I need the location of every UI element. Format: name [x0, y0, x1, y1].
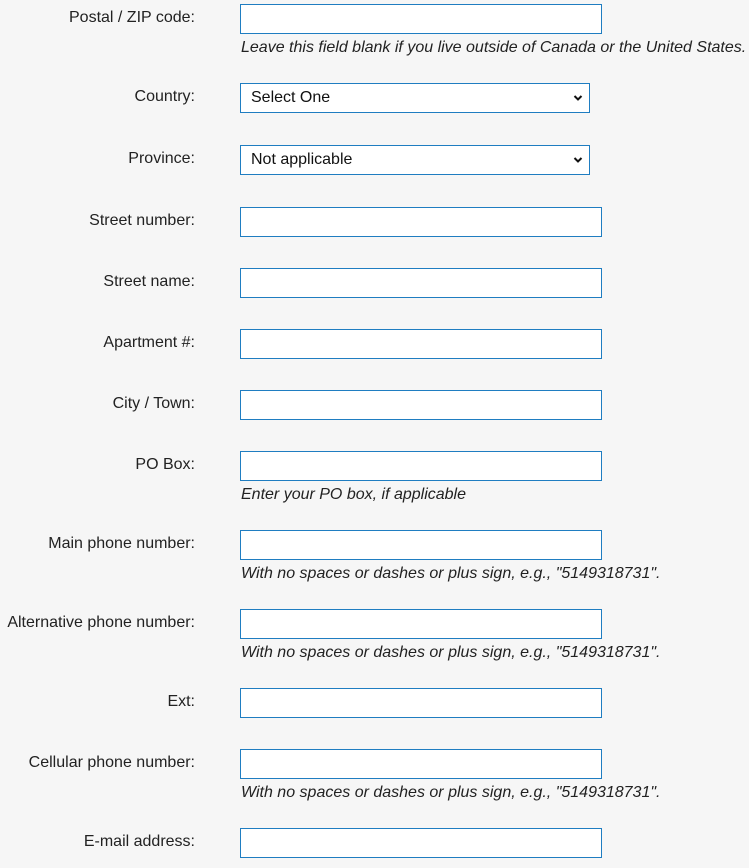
- po-box-hint: Enter your PO box, if applicable: [241, 486, 467, 503]
- email-label: E-mail address:: [83, 833, 195, 850]
- province-select[interactable]: Not applicable: [240, 145, 590, 175]
- alt-phone-label: Alternative phone number:: [7, 614, 195, 631]
- street-number-input[interactable]: [240, 207, 602, 237]
- city-label: City / Town:: [112, 395, 195, 412]
- street-number-label: Street number:: [89, 212, 195, 229]
- postal-code-label: Postal / ZIP code:: [69, 9, 195, 26]
- country-select[interactable]: Select One: [240, 83, 590, 113]
- street-name-label: Street name:: [103, 273, 195, 290]
- po-box-label: PO Box:: [135, 456, 195, 473]
- email-input[interactable]: [240, 828, 602, 858]
- street-name-input[interactable]: [240, 268, 602, 298]
- cell-phone-label: Cellular phone number:: [28, 754, 195, 771]
- apartment-label: Apartment #:: [103, 334, 195, 351]
- chevron-down-icon: [573, 157, 583, 163]
- country-selected-value: Select One: [251, 89, 331, 106]
- apartment-input[interactable]: [240, 329, 602, 359]
- country-label: Country:: [134, 88, 195, 105]
- province-selected-value: Not applicable: [251, 151, 353, 168]
- chevron-down-icon: [573, 95, 583, 101]
- postal-code-hint: Leave this field blank if you live outsi…: [241, 39, 747, 56]
- ext-label: Ext:: [167, 693, 195, 710]
- main-phone-hint: With no spaces or dashes or plus sign, e…: [241, 565, 661, 582]
- city-input[interactable]: [240, 390, 602, 420]
- main-phone-label: Main phone number:: [48, 535, 195, 552]
- alt-phone-hint: With no spaces or dashes or plus sign, e…: [241, 644, 661, 661]
- cell-phone-input[interactable]: [240, 749, 602, 779]
- main-phone-input[interactable]: [240, 530, 602, 560]
- province-label: Province:: [128, 150, 195, 167]
- alt-phone-input[interactable]: [240, 609, 602, 639]
- po-box-input[interactable]: [240, 451, 602, 481]
- ext-input[interactable]: [240, 688, 602, 718]
- cell-phone-hint: With no spaces or dashes or plus sign, e…: [241, 784, 661, 801]
- postal-code-input[interactable]: [240, 4, 602, 34]
